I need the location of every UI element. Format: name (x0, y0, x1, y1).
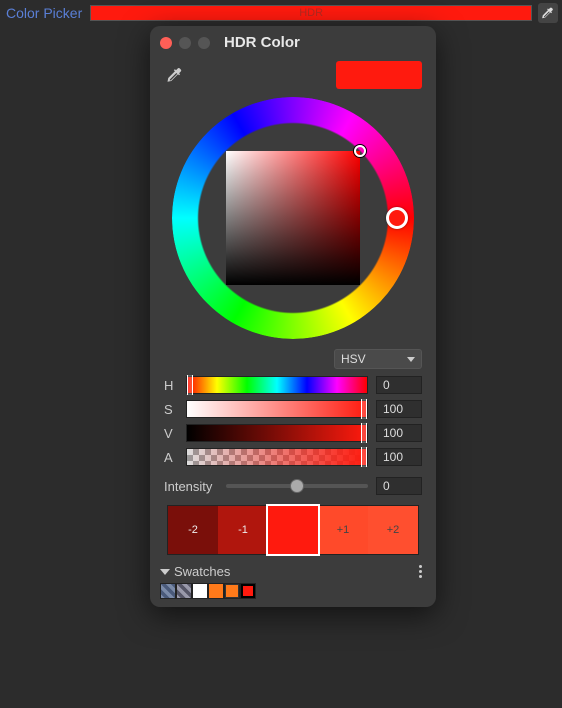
hue-wheel[interactable] (172, 97, 414, 339)
close-button[interactable] (160, 37, 172, 49)
v-slider[interactable] (186, 424, 368, 442)
eyedropper-icon (541, 6, 555, 20)
h-slider-label: H (164, 378, 178, 393)
swatch-item[interactable] (192, 583, 208, 599)
intensity-value-input[interactable]: 0 (376, 477, 422, 495)
swatches-menu-button[interactable] (415, 563, 426, 580)
kebab-icon (419, 565, 422, 568)
chevron-down-icon (407, 357, 415, 362)
page-title: Color Picker (4, 5, 84, 21)
s-slider-label: S (164, 402, 178, 417)
hdr-color-panel: HDR Color HSV H 0 S (150, 26, 436, 607)
a-slider-label: A (164, 450, 178, 465)
intensity-label: Intensity (164, 479, 218, 494)
triangle-down-icon (160, 569, 170, 575)
eyedropper-button[interactable] (164, 64, 186, 86)
hue-wheel-handle[interactable] (386, 207, 408, 229)
hdr-color-bar[interactable]: HDR (90, 5, 532, 21)
h-slider-handle[interactable] (187, 375, 193, 395)
current-color-preview (336, 61, 422, 89)
s-slider-handle[interactable] (361, 399, 367, 419)
swatch-row (160, 583, 426, 599)
swatch-item[interactable] (208, 583, 224, 599)
sv-box-handle[interactable] (354, 145, 366, 157)
swatch-item[interactable] (176, 583, 192, 599)
intensity-slider[interactable] (226, 484, 368, 488)
a-slider-handle[interactable] (361, 447, 367, 467)
swatch-item[interactable] (160, 583, 176, 599)
swatch-item[interactable] (240, 583, 256, 599)
intensity-slider-handle[interactable] (290, 479, 304, 493)
titlebar: HDR Color (150, 26, 436, 57)
swatches-toggle[interactable]: Swatches (160, 564, 230, 579)
maximize-button[interactable] (198, 37, 210, 49)
exposure-cell[interactable]: -1 (218, 506, 268, 554)
minimize-button[interactable] (179, 37, 191, 49)
exposure-cell[interactable]: +2 (368, 506, 418, 554)
swatches-title: Swatches (174, 564, 230, 579)
exposure-cell[interactable]: -2 (168, 506, 218, 554)
s-value-input[interactable]: 100 (376, 400, 422, 418)
eyedropper-button-top[interactable] (538, 3, 558, 23)
s-slider[interactable] (186, 400, 368, 418)
a-value-input[interactable]: 100 (376, 448, 422, 466)
v-slider-label: V (164, 426, 178, 441)
exposure-cell[interactable] (268, 506, 318, 554)
eyedropper-icon (166, 66, 184, 84)
exposure-strip: -2-1 +1+2 (167, 505, 419, 555)
a-slider[interactable] (186, 448, 368, 466)
sv-box[interactable] (226, 151, 360, 285)
color-mode-select[interactable]: HSV (334, 349, 422, 369)
swatch-item[interactable] (224, 583, 240, 599)
window-title: HDR Color (224, 34, 300, 51)
hdr-color-bar-label: HDR (299, 7, 323, 19)
color-mode-value: HSV (341, 352, 366, 366)
h-value-input[interactable]: 0 (376, 376, 422, 394)
v-value-input[interactable]: 100 (376, 424, 422, 442)
h-slider[interactable] (186, 376, 368, 394)
exposure-cell[interactable]: +1 (318, 506, 368, 554)
v-slider-handle[interactable] (361, 423, 367, 443)
